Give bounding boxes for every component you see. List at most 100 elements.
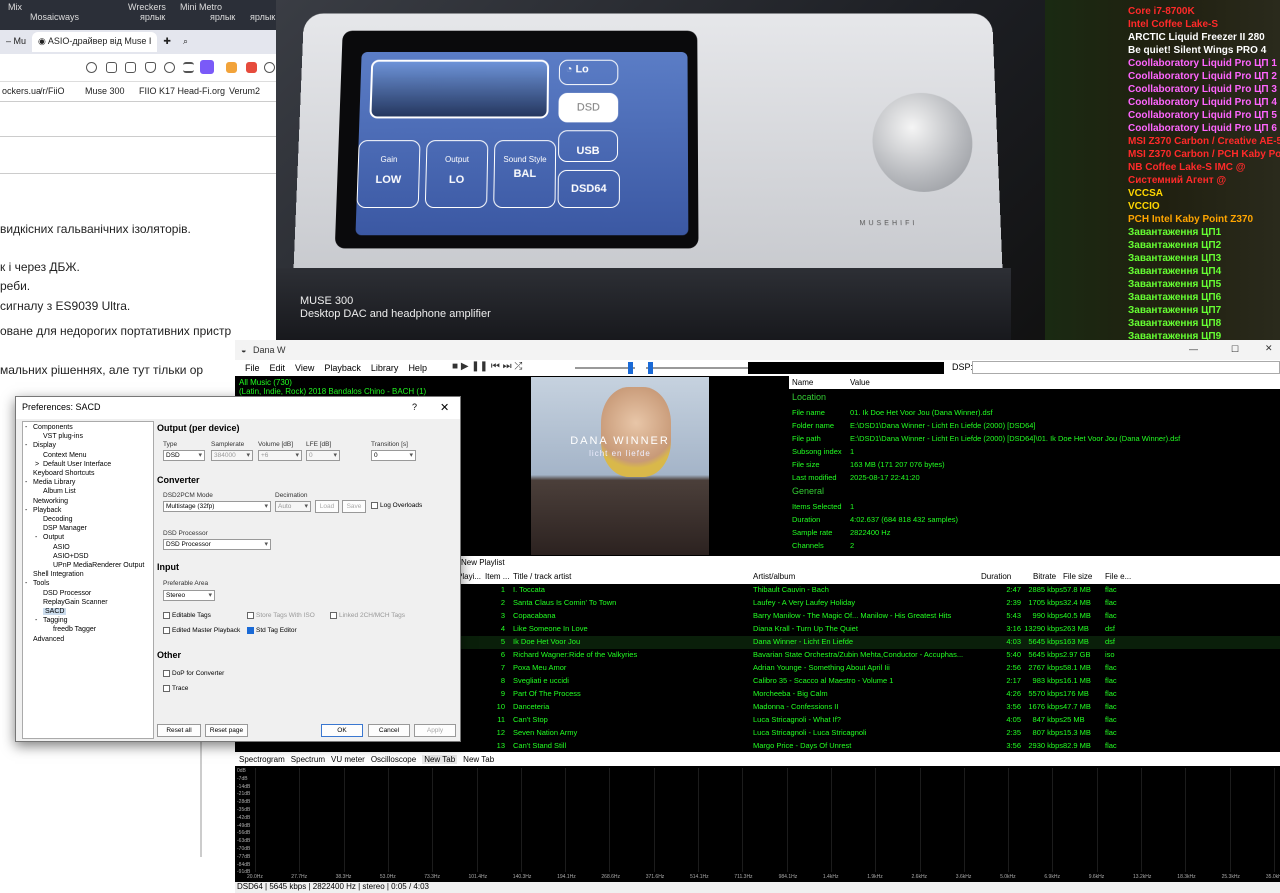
menu-help[interactable]: Help xyxy=(408,363,427,373)
cancel-button[interactable]: Cancel xyxy=(368,724,410,737)
tree-node[interactable]: DSD Processor xyxy=(43,590,91,597)
tab-search-icon[interactable]: ⌕ xyxy=(177,32,194,52)
tree-node[interactable]: - Playback xyxy=(33,507,61,514)
load-button[interactable]: Load xyxy=(315,500,339,513)
playlist-row[interactable]: 8 Svegliati e uccidi Calibro 35 - Scacco a… xyxy=(457,675,1280,688)
playlist-row[interactable]: 4 Like Someone In Love Diana Krall - Turn … xyxy=(457,623,1280,636)
tree-node[interactable]: UPnP MediaRenderer Output xyxy=(53,562,144,569)
menu-edit[interactable]: Edit xyxy=(270,363,286,373)
col-ext[interactable]: File e... xyxy=(1105,572,1131,581)
library-item[interactable]: (Latin, Indie, Rock) 2018 Bandalos Chino… xyxy=(239,387,449,396)
apply-button[interactable]: Apply xyxy=(414,724,456,737)
help-icon[interactable]: ? xyxy=(412,402,417,412)
tree-node[interactable]: Advanced xyxy=(33,636,64,643)
tree-expander-icon[interactable]: - xyxy=(35,617,37,624)
tree-expander-icon[interactable]: - xyxy=(25,580,27,587)
tree-node[interactable]: Context Menu xyxy=(43,452,87,459)
bookmark[interactable]: Muse 300 xyxy=(85,86,125,96)
playlist-tab[interactable]: New Playlist xyxy=(457,556,1280,570)
tree-node[interactable]: - Components xyxy=(33,424,73,431)
playlist-row[interactable]: 12 Seven Nation Army Luca Stricagnoli - Lu… xyxy=(457,727,1280,740)
maximize-icon[interactable]: ☐ xyxy=(1231,344,1239,355)
new-tab-button[interactable]: ✚ xyxy=(157,32,177,52)
playlist-row[interactable]: 7 Poxa Meu Amor Adrian Younge - Something … xyxy=(457,662,1280,675)
tree-node[interactable]: ReplayGain Scanner xyxy=(43,599,108,606)
tab-spectrogram[interactable]: Spectrogram xyxy=(239,755,285,764)
col-artist[interactable]: Artist/album xyxy=(753,572,795,581)
playlist-row[interactable]: 3 Copacabana Barry Manilow - The Magic Of.… xyxy=(457,610,1280,623)
dsd-processor-select[interactable]: DSD Processor xyxy=(163,539,271,550)
col-duration[interactable]: Duration xyxy=(981,572,1011,581)
tree-node[interactable]: - Display xyxy=(33,442,56,449)
zoom-icon[interactable] xyxy=(86,62,97,73)
menu-playback[interactable]: Playback xyxy=(324,363,361,373)
pref-area-select[interactable]: Stereo xyxy=(163,590,215,601)
type-select[interactable]: DSD xyxy=(163,450,205,461)
playlist-row[interactable]: 1 I. Toccata Thibault Cauvin - Bach 2:47 288… xyxy=(457,584,1280,597)
bookmark[interactable]: ockers.ua xyxy=(2,86,41,96)
std-tag-editor-checkbox[interactable]: Std Tag Editor xyxy=(247,627,297,634)
dsd2pcm-select[interactable]: Multistage (32fp) xyxy=(163,501,271,512)
tab-oscilloscope[interactable]: Oscilloscope xyxy=(371,755,416,764)
library-root[interactable]: All Music (730) xyxy=(239,378,449,387)
bookmark[interactable]: FIIO K17 Head-Fi.org xyxy=(139,86,225,96)
tree-expander-icon[interactable]: > xyxy=(35,461,39,468)
tree-expander-icon[interactable]: - xyxy=(25,424,27,431)
scrollbar[interactable] xyxy=(200,742,202,857)
trace-checkbox[interactable]: Trace xyxy=(163,685,188,692)
translate-icon[interactable] xyxy=(106,62,117,73)
seek-handle[interactable] xyxy=(648,362,653,374)
profile-icon[interactable] xyxy=(200,60,214,74)
browser-tab[interactable]: – Mu xyxy=(0,32,32,52)
camera-icon[interactable] xyxy=(125,62,136,73)
tree-node[interactable]: Keyboard Shortcuts xyxy=(33,470,94,477)
shield-icon[interactable] xyxy=(145,62,156,73)
edited-master-checkbox[interactable]: Edited Master Playback xyxy=(163,627,240,634)
col-title[interactable]: Title / track artist xyxy=(513,572,571,581)
tree-node[interactable]: Shell Integration xyxy=(33,571,84,578)
menu-view[interactable]: View xyxy=(295,363,314,373)
bookmark[interactable]: /r/FiiO xyxy=(40,86,65,96)
transport-buttons[interactable]: ■ ▶ ❚❚ ⏮ ⏭ ⤮ xyxy=(452,361,522,372)
dop-converter-checkbox[interactable]: DoP for Converter xyxy=(163,670,224,677)
heart-icon[interactable] xyxy=(164,62,175,73)
transition-select[interactable]: 0 xyxy=(371,450,416,461)
reset-page-button[interactable]: Reset page xyxy=(205,724,248,737)
editable-tags-checkbox[interactable]: Editable Tags xyxy=(163,612,211,619)
col-size[interactable]: File size xyxy=(1063,572,1092,581)
ok-button[interactable]: OK xyxy=(321,724,363,737)
minimize-icon[interactable]: — xyxy=(1189,344,1198,354)
playlist-row[interactable]: 10 Danceteria Madonna - Confessions II 3:56… xyxy=(457,701,1280,714)
close-icon[interactable]: ✕ xyxy=(440,401,449,414)
extension-icon[interactable] xyxy=(246,62,257,73)
tree-expander-icon[interactable]: - xyxy=(25,479,27,486)
dsp-select[interactable] xyxy=(972,361,1280,374)
log-overloads-checkbox[interactable]: Log Overloads xyxy=(371,502,422,509)
tab-new-active[interactable]: New Tab xyxy=(422,755,457,764)
tree-node[interactable]: - Media Library xyxy=(33,479,75,486)
decimation-select[interactable]: Auto xyxy=(275,501,311,512)
tree-node[interactable]: - Tagging xyxy=(43,617,68,624)
tree-node[interactable]: - Tools xyxy=(33,580,49,587)
bookmark[interactable]: Verum2 xyxy=(229,86,260,96)
tree-node[interactable]: > Default User Interface xyxy=(43,461,111,468)
tree-node[interactable]: - Output xyxy=(43,534,64,541)
volume-select[interactable]: +6 xyxy=(258,450,302,461)
tree-node[interactable]: SACD xyxy=(43,608,66,615)
tree-node[interactable]: DSP Manager xyxy=(43,525,87,532)
playlist-row[interactable]: 9 Part Of The Process Morcheeba - Big Calm… xyxy=(457,688,1280,701)
tab-spectrum[interactable]: Spectrum xyxy=(291,755,325,764)
close-icon[interactable]: ✕ xyxy=(1265,343,1273,354)
playlist-row[interactable]: 13 Can't Stand Still Margo Price - Days Of… xyxy=(457,740,1280,750)
save-button[interactable]: Save xyxy=(342,500,366,513)
reset-all-button[interactable]: Reset all xyxy=(157,724,201,737)
tree-node[interactable]: freedb Tagger xyxy=(53,626,96,633)
browser-tab-active[interactable]: ◉ ASIO-драйвер від Muse I xyxy=(32,32,157,52)
store-tags-iso-checkbox[interactable]: Store Tags With ISO xyxy=(247,612,315,619)
tab-new[interactable]: New Tab xyxy=(463,755,494,764)
tree-node[interactable]: VST plug-ins xyxy=(43,433,83,440)
extension-icon[interactable] xyxy=(264,62,275,73)
lfe-select[interactable]: 0 xyxy=(306,450,340,461)
tree-node[interactable]: Album List xyxy=(43,488,76,495)
tree-node[interactable]: ASIO xyxy=(53,544,70,551)
